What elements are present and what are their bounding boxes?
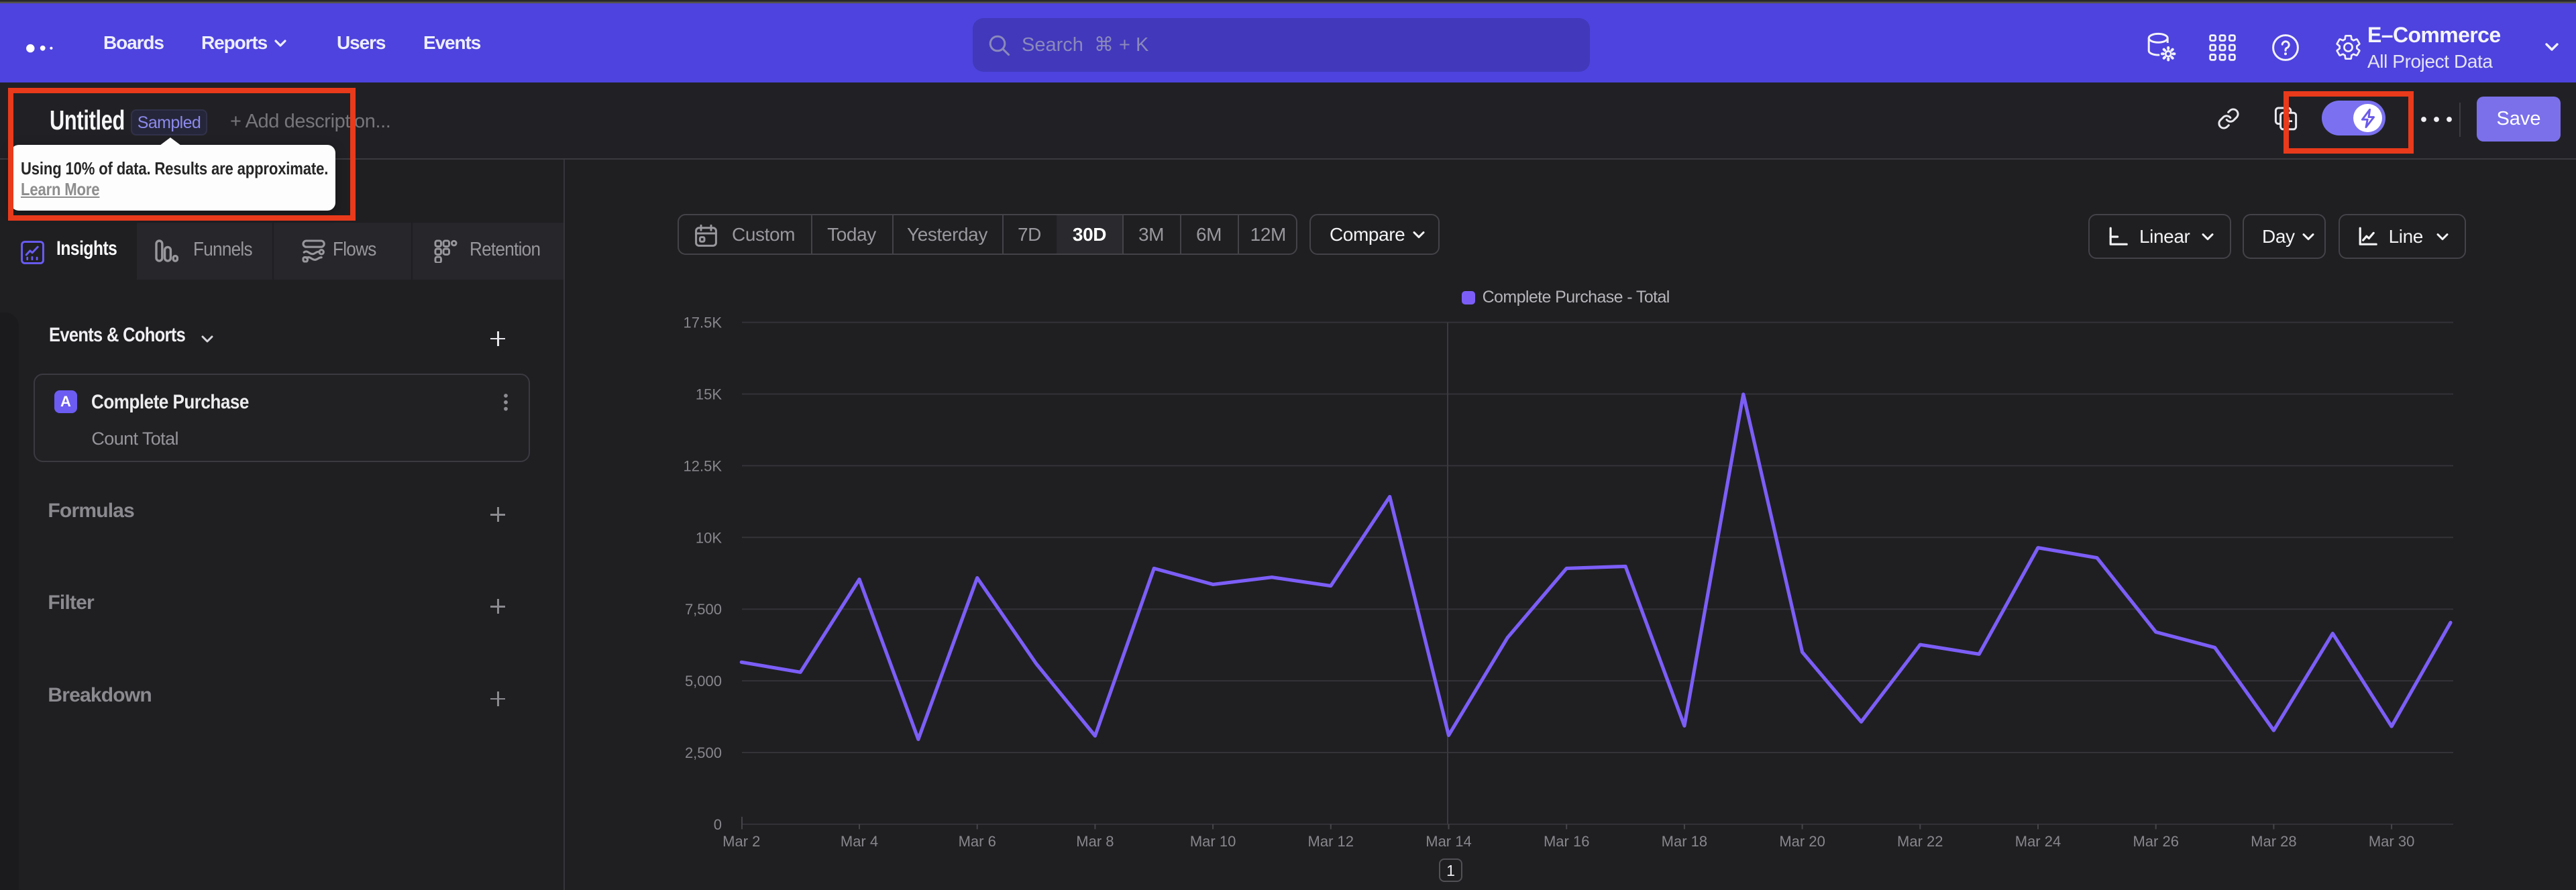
svg-text:5,000: 5,000	[685, 673, 722, 689]
svg-text:Mar 8: Mar 8	[1076, 833, 1114, 850]
svg-text:17.5K: 17.5K	[684, 315, 722, 331]
svg-text:Mar 20: Mar 20	[1779, 833, 1825, 850]
svg-text:Mar 4: Mar 4	[841, 833, 878, 850]
svg-text:Mar 24: Mar 24	[2015, 833, 2061, 850]
svg-text:Mar 16: Mar 16	[1544, 833, 1589, 850]
svg-text:7,500: 7,500	[685, 601, 722, 618]
svg-text:15K: 15K	[696, 386, 722, 403]
svg-text:2,500: 2,500	[685, 744, 722, 761]
svg-text:Mar 12: Mar 12	[1308, 833, 1354, 850]
svg-text:Mar 2: Mar 2	[722, 833, 760, 850]
svg-text:Mar 26: Mar 26	[2133, 833, 2178, 850]
svg-text:0: 0	[714, 816, 722, 833]
svg-text:12.5K: 12.5K	[684, 457, 722, 474]
svg-text:Mar 14: Mar 14	[1426, 833, 1471, 850]
svg-text:Mar 18: Mar 18	[1662, 833, 1707, 850]
svg-text:10K: 10K	[696, 529, 722, 546]
svg-text:Mar 22: Mar 22	[1897, 833, 1943, 850]
svg-text:Mar 6: Mar 6	[959, 833, 996, 850]
svg-text:Mar 28: Mar 28	[2251, 833, 2296, 850]
svg-text:Mar 10: Mar 10	[1190, 833, 1236, 850]
svg-text:Mar 30: Mar 30	[2369, 833, 2414, 850]
